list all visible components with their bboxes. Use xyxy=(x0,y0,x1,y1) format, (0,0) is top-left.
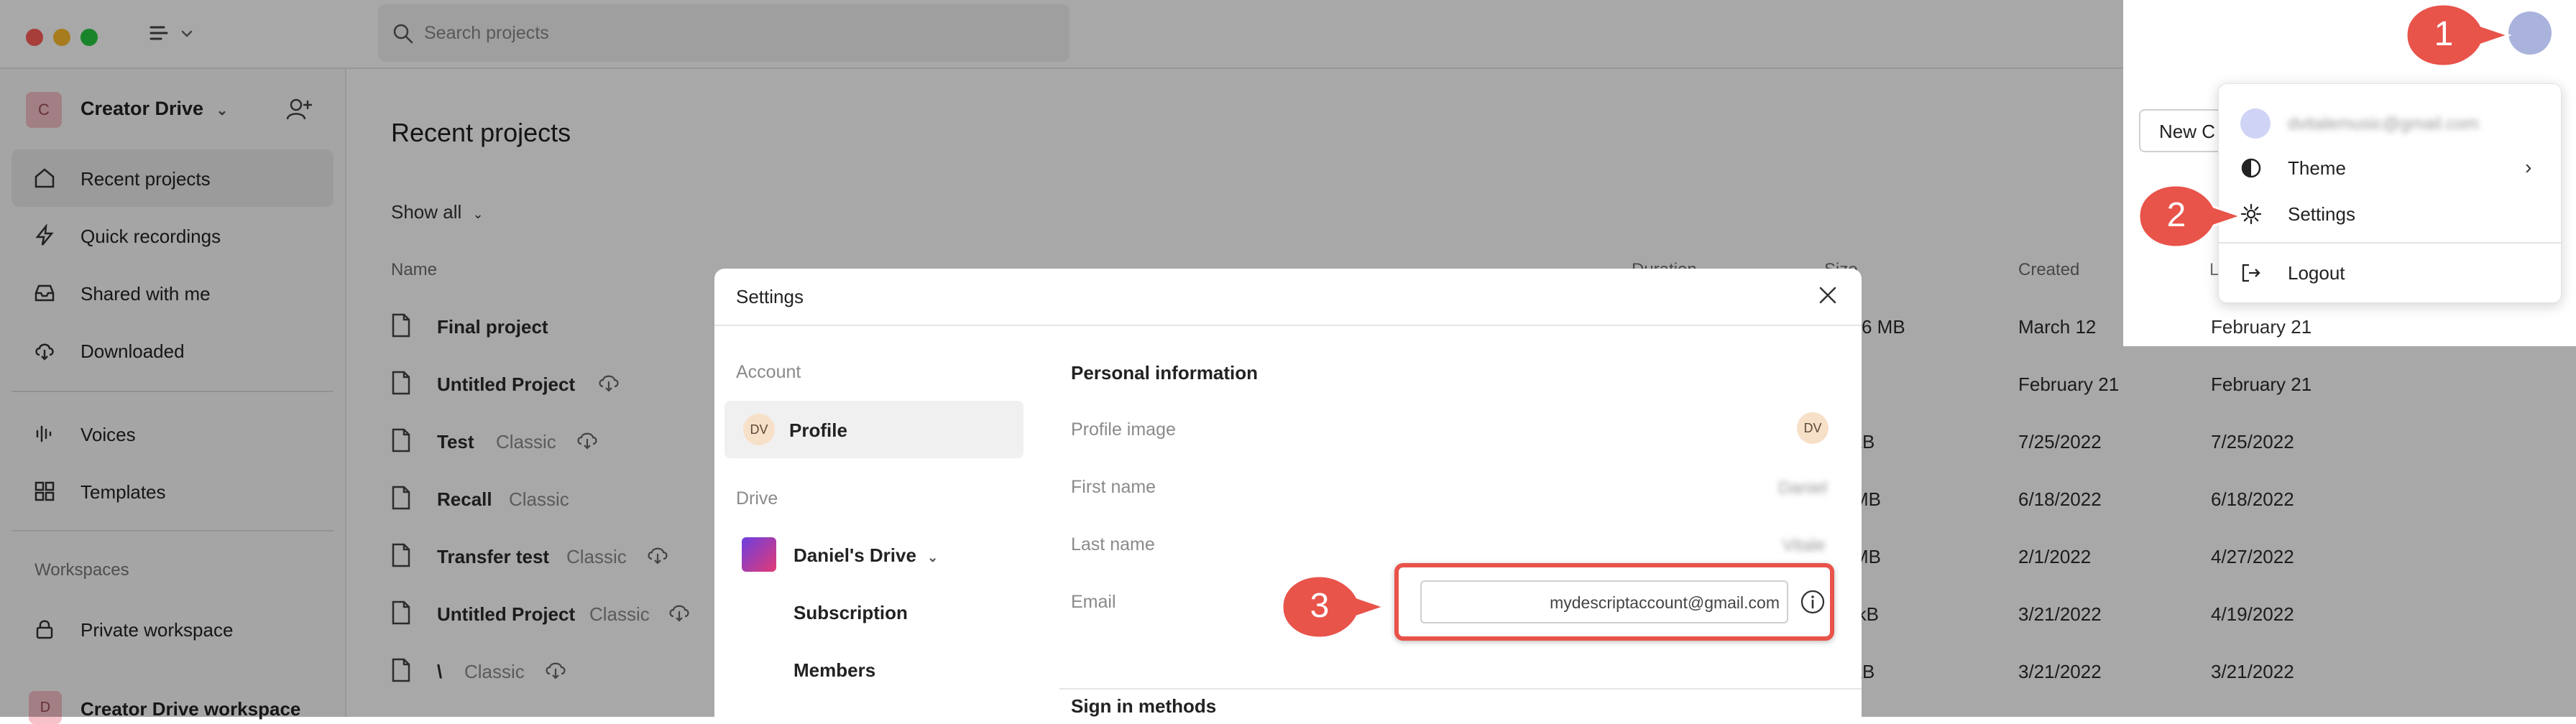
settings-nav-members[interactable]: Members xyxy=(794,659,875,682)
email-label: Email xyxy=(1071,592,1116,612)
section-divider xyxy=(1059,688,1862,690)
callout-1: 1 xyxy=(2401,1,2516,69)
account-heading: Account xyxy=(736,362,801,382)
drive-heading: Drive xyxy=(736,488,778,509)
info-icon[interactable] xyxy=(1800,589,1826,615)
menu-item-label: Settings xyxy=(2288,203,2355,225)
chevron-right-icon: › xyxy=(2525,156,2532,178)
menu-item-theme[interactable]: Theme › xyxy=(2219,144,2561,190)
sign-in-methods-heading: Sign in methods xyxy=(1071,695,1217,717)
close-icon[interactable] xyxy=(1817,284,1839,306)
settings-dialog: Settings Account DV Profile Drive Daniel… xyxy=(714,269,1862,717)
menu-item-logout[interactable]: Logout xyxy=(2219,249,2561,295)
contrast-icon xyxy=(2240,157,2262,179)
row-last-modified: February 21 xyxy=(2211,316,2312,338)
profile-label: Profile xyxy=(789,419,847,441)
settings-nav-profile[interactable]: DV Profile xyxy=(724,401,1024,458)
last-name-label: Last name xyxy=(1071,534,1155,554)
menu-item-settings[interactable]: Settings xyxy=(2219,190,2561,236)
logout-icon xyxy=(2240,262,2262,284)
personal-info-heading: Personal information xyxy=(1071,362,1259,384)
new-project-button[interactable]: New C xyxy=(2139,109,2228,152)
dialog-divider xyxy=(714,325,1862,326)
callout-number: 1 xyxy=(2434,15,2454,53)
email-value: mydescriptaccount@gmail.com xyxy=(1550,593,1780,612)
callout-number: 3 xyxy=(1310,587,1330,625)
first-name-value[interactable]: Daniel xyxy=(1778,478,1827,498)
profile-image[interactable]: DV xyxy=(1797,412,1828,444)
menu-item-label: Logout xyxy=(2288,262,2345,284)
last-name-value[interactable]: Vitale xyxy=(1782,536,1826,556)
avatar xyxy=(2240,108,2271,139)
settings-nav-drive[interactable]: Daniel's Drive ⌄ xyxy=(794,544,938,567)
settings-nav-subscription[interactable]: Subscription xyxy=(794,602,908,624)
account-menu: dvitalemusic@gmail.com Theme › Settings … xyxy=(2218,83,2562,303)
dialog-title: Settings xyxy=(736,286,804,307)
profile-badge: DV xyxy=(743,414,775,445)
email-field[interactable]: mydescriptaccount@gmail.com xyxy=(1420,580,1788,623)
menu-divider xyxy=(2219,242,2561,243)
drive-logo xyxy=(742,537,776,572)
menu-item-label: Theme xyxy=(2288,157,2346,179)
new-project-button-label: New C xyxy=(2159,121,2216,142)
first-name-label: First name xyxy=(1071,477,1156,497)
callout-3: 3 xyxy=(1276,573,1392,641)
profile-image-label: Profile image xyxy=(1071,419,1176,440)
callout-2: 2 xyxy=(2133,182,2248,250)
callout-number: 2 xyxy=(2166,196,2186,234)
account-email: dvitalemusic@gmail.com xyxy=(2288,114,2479,134)
drive-name: Daniel's Drive xyxy=(794,544,916,566)
chevron-down-icon: ⌄ xyxy=(927,550,939,565)
menu-item-account[interactable]: dvitalemusic@gmail.com xyxy=(2219,98,2561,144)
